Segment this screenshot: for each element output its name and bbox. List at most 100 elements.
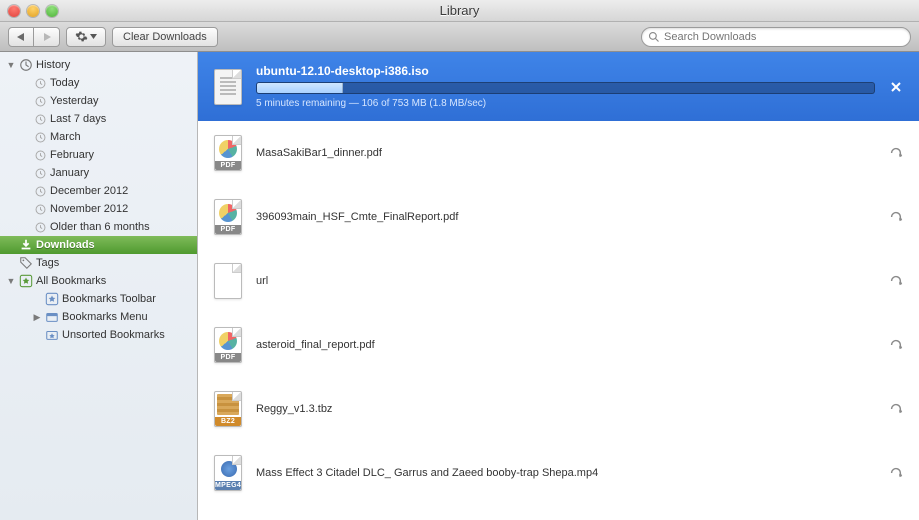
sidebar-history-item[interactable]: December 2012 bbox=[0, 182, 197, 200]
clock-icon bbox=[32, 201, 48, 217]
retry-download-button[interactable] bbox=[887, 464, 905, 482]
download-row[interactable]: MPEG4 Mass Effect 3 Citadel DLC_ Garrus a… bbox=[198, 441, 919, 505]
retry-download-button[interactable] bbox=[887, 144, 905, 162]
sidebar-bookmarks-item[interactable]: ▶ Bookmarks Menu bbox=[0, 308, 197, 326]
download-filename: Reggy_v1.3.tbz bbox=[256, 403, 875, 415]
sidebar-item-label: Downloads bbox=[36, 239, 95, 251]
file-icon: PDF bbox=[212, 197, 244, 237]
download-row[interactable]: PDFasteroid_final_report.pdf bbox=[198, 313, 919, 377]
disclosure-triangle-icon[interactable]: ▼ bbox=[6, 60, 16, 70]
sidebar-item-label: Older than 6 months bbox=[50, 221, 150, 233]
sidebar-history-item[interactable]: Today bbox=[0, 74, 197, 92]
sidebar-item-label: Yesterday bbox=[50, 95, 99, 107]
download-row[interactable]: PDF 396093main_HSF_Cmte_FinalReport.pdf bbox=[198, 185, 919, 249]
clock-icon bbox=[32, 183, 48, 199]
download-row[interactable]: BZ2 Reggy_v1.3.tbz bbox=[198, 377, 919, 441]
gear-icon bbox=[75, 30, 88, 43]
sidebar-item-label: Last 7 days bbox=[50, 113, 106, 125]
sidebar-bookmarks-item[interactable]: Unsorted Bookmarks bbox=[0, 326, 197, 344]
reload-icon bbox=[889, 338, 903, 352]
sidebar-history-item[interactable]: February bbox=[0, 146, 197, 164]
file-icon bbox=[212, 67, 244, 107]
sidebar-history-item[interactable]: Last 7 days bbox=[0, 110, 197, 128]
downloads-list: ubuntu-12.10-desktop-i386.iso 5 minutes … bbox=[198, 52, 919, 520]
reload-icon bbox=[889, 210, 903, 224]
sidebar-bookmarks-item[interactable]: Bookmarks Toolbar bbox=[0, 290, 197, 308]
clock-icon bbox=[32, 165, 48, 181]
clock-icon bbox=[32, 93, 48, 109]
sidebar-history-item[interactable]: November 2012 bbox=[0, 200, 197, 218]
disclosure-triangle-icon[interactable]: ▶ bbox=[32, 312, 42, 323]
tags-icon bbox=[18, 255, 34, 271]
retry-download-button[interactable] bbox=[887, 336, 905, 354]
download-row[interactable]: url bbox=[198, 249, 919, 313]
download-filename: MasaSakiBar1_dinner.pdf bbox=[256, 147, 875, 159]
sidebar-history-item[interactable]: Older than 6 months bbox=[0, 218, 197, 236]
sidebar-all-bookmarks[interactable]: ▼ All Bookmarks bbox=[0, 272, 197, 290]
file-icon: PDF bbox=[212, 133, 244, 173]
sidebar-item-label: Bookmarks Menu bbox=[62, 311, 148, 323]
download-icon bbox=[18, 237, 34, 253]
action-menu-button[interactable] bbox=[66, 27, 106, 47]
sidebar-history-item[interactable]: March bbox=[0, 128, 197, 146]
chevron-down-icon bbox=[90, 34, 97, 39]
forward-button[interactable] bbox=[34, 27, 60, 47]
sidebar-item-label: February bbox=[50, 149, 94, 161]
clock-icon bbox=[32, 75, 48, 91]
sidebar-item-label: Tags bbox=[36, 257, 59, 269]
reload-icon bbox=[889, 402, 903, 416]
sidebar-item-label: Bookmarks Toolbar bbox=[62, 293, 156, 305]
cancel-download-button[interactable] bbox=[887, 78, 905, 96]
triangle-left-icon bbox=[17, 33, 25, 41]
file-icon bbox=[212, 261, 244, 301]
sidebar: ▼ History Today Yesterday Last 7 days March… bbox=[0, 52, 198, 520]
retry-download-button[interactable] bbox=[887, 400, 905, 418]
sidebar-history-item[interactable]: Yesterday bbox=[0, 92, 197, 110]
download-row[interactable]: PDF MasaSakiBar1_dinner.pdf bbox=[198, 121, 919, 185]
download-status: 5 minutes remaining — 106 of 753 MB (1.8… bbox=[256, 98, 875, 109]
bookmark-folder-icon bbox=[44, 327, 60, 343]
download-filename: 396093main_HSF_Cmte_FinalReport.pdf bbox=[256, 211, 875, 223]
retry-download-button[interactable] bbox=[887, 208, 905, 226]
disclosure-triangle-icon[interactable]: ▼ bbox=[6, 276, 16, 286]
download-active-row[interactable]: ubuntu-12.10-desktop-i386.iso 5 minutes … bbox=[198, 52, 919, 121]
nav-segment bbox=[8, 27, 60, 47]
clock-icon bbox=[32, 111, 48, 127]
clock-icon bbox=[32, 147, 48, 163]
clear-downloads-button[interactable]: Clear Downloads bbox=[112, 27, 218, 47]
sidebar-item-label: November 2012 bbox=[50, 203, 128, 215]
progress-bar bbox=[256, 82, 875, 94]
download-filename: ubuntu-12.10-desktop-i386.iso bbox=[256, 64, 875, 78]
reload-icon bbox=[889, 274, 903, 288]
titlebar: Library bbox=[0, 0, 919, 22]
window-title: Library bbox=[0, 3, 919, 18]
bookmark-folder-icon bbox=[44, 309, 60, 325]
sidebar-item-label: December 2012 bbox=[50, 185, 128, 197]
sidebar-item-label: Unsorted Bookmarks bbox=[62, 329, 165, 341]
toolbar: Clear Downloads bbox=[0, 22, 919, 52]
triangle-right-icon bbox=[43, 33, 51, 41]
search-input[interactable] bbox=[664, 31, 904, 43]
download-filename: Mass Effect 3 Citadel DLC_ Garrus and Za… bbox=[256, 467, 875, 479]
reload-icon bbox=[889, 146, 903, 160]
sidebar-history[interactable]: ▼ History bbox=[0, 56, 197, 74]
sidebar-item-label: January bbox=[50, 167, 89, 179]
sidebar-item-label: March bbox=[50, 131, 81, 143]
close-icon bbox=[890, 81, 902, 93]
retry-download-button[interactable] bbox=[887, 272, 905, 290]
bookmark-folder-icon bbox=[44, 291, 60, 307]
file-icon: BZ2 bbox=[212, 389, 244, 429]
sidebar-history-item[interactable]: January bbox=[0, 164, 197, 182]
sidebar-tags[interactable]: Tags bbox=[0, 254, 197, 272]
sidebar-item-label: Today bbox=[50, 77, 79, 89]
bookmark-star-icon bbox=[18, 273, 34, 289]
sidebar-item-label: History bbox=[36, 59, 70, 71]
file-icon: MPEG4 bbox=[212, 453, 244, 493]
file-icon: PDF bbox=[212, 325, 244, 365]
search-field[interactable] bbox=[641, 27, 911, 47]
download-filename: url bbox=[256, 275, 875, 287]
back-button[interactable] bbox=[8, 27, 34, 47]
reload-icon bbox=[889, 466, 903, 480]
sidebar-downloads[interactable]: Downloads bbox=[0, 236, 197, 254]
search-icon bbox=[648, 31, 660, 43]
